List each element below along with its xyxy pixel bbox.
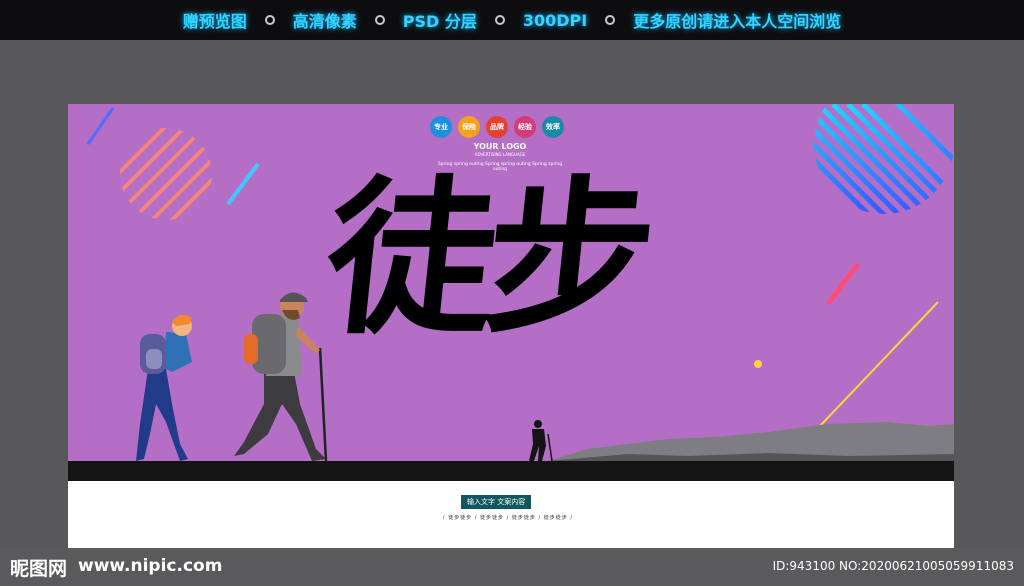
bullet-icon [494, 15, 505, 25]
badge-row: 专业 保险 品牌 经验 效率 [430, 116, 564, 138]
accent-dot [754, 360, 762, 368]
striped-circle-right [814, 104, 954, 214]
logo-title: YOUR LOGO [473, 142, 527, 151]
site-url[interactable]: www.nipic.com [78, 556, 222, 576]
badge-brand: 品牌 [486, 116, 508, 138]
bullet-icon [374, 15, 385, 25]
badge-professional: 专业 [430, 116, 452, 138]
image-id: ID:943100 NO:20200621005059911083 [772, 559, 1014, 573]
feature-list: 赠预览图 高清像素 PSD 分层 300DPI 更多原创请进入本人空间浏览 [0, 0, 1024, 40]
feature-hd: 高清像素 [292, 12, 357, 31]
site-logo: 昵图网 [10, 558, 68, 580]
striped-circle-shadow [102, 165, 190, 253]
ground-strip [68, 461, 954, 483]
bullet-icon [605, 15, 616, 25]
hiker-man-icon [234, 292, 328, 462]
caption-tag: 输入文字 文案内容 [461, 495, 532, 509]
accent-line [826, 262, 860, 306]
accent-line [226, 162, 260, 206]
feature-dpi: 300DPI [522, 10, 588, 30]
small-hiker-icon [529, 420, 553, 462]
poster-title: 徒步 [317, 159, 655, 357]
badge-insurance: 保险 [458, 116, 480, 138]
feature-psd: PSD 分层 [402, 12, 477, 31]
feature-preview: 赠预览图 [182, 12, 247, 31]
striped-circle-left [120, 128, 212, 220]
hiker-woman-icon [136, 314, 192, 461]
top-banner: 赠预览图 高清像素 PSD 分层 300DPI 更多原创请进入本人空间浏览 [0, 0, 1024, 40]
badge-experience: 经验 [514, 116, 536, 138]
logo-subtitle: ADVERTISING LANGUAGE [474, 152, 526, 157]
bullet-icon [264, 15, 275, 25]
badge-efficiency: 效率 [542, 116, 564, 138]
accent-line [819, 301, 939, 427]
caption-subline: / 徒步徒步 / 徒步徒步 / 徒步徒步 / 徒步徒步 / [442, 515, 574, 521]
poster: 专业 保险 品牌 经验 效率 YOUR LOGO ADVERTISING LAN… [68, 104, 954, 548]
accent-line [86, 107, 115, 145]
feature-more: 更多原创请进入本人空间浏览 [633, 12, 842, 31]
